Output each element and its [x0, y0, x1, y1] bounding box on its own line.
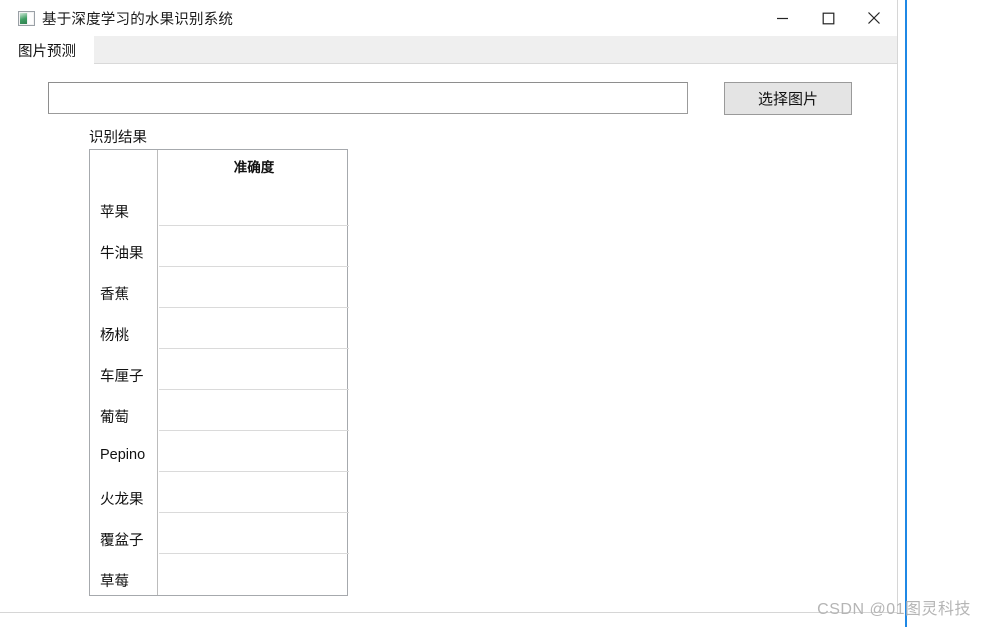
- accuracy-cell[interactable]: [159, 349, 349, 390]
- row-label: 杨桃: [100, 328, 129, 344]
- client-area: 选择图片 识别结果 苹果牛油果香蕉杨桃车厘子葡萄 Pepino 火龙果覆盆子草莓 准…: [0, 64, 897, 612]
- close-button[interactable]: [851, 0, 897, 36]
- vertical-guide-line: [905, 0, 907, 627]
- minimize-icon: [776, 17, 788, 19]
- image-path-input[interactable]: [48, 82, 688, 114]
- tab-image-prediction[interactable]: 图片预测: [0, 36, 94, 64]
- row-label: 覆盆子: [100, 533, 144, 549]
- maximize-button[interactable]: [805, 0, 851, 36]
- row-label: 葡萄: [100, 410, 129, 426]
- tab-label: 图片预测: [18, 43, 76, 60]
- row-label: 火龙果: [100, 492, 144, 508]
- accuracy-cell[interactable]: [159, 431, 349, 472]
- title-bar: 基于深度学习的水果识别系统: [0, 0, 897, 36]
- minimize-button[interactable]: [759, 0, 805, 36]
- accuracy-cell[interactable]: [159, 267, 349, 308]
- tab-strip: 图片预测: [0, 36, 897, 64]
- accuracy-cell[interactable]: [159, 150, 349, 226]
- window-title: 基于深度学习的水果识别系统: [42, 12, 234, 28]
- close-icon: [868, 12, 880, 24]
- accuracy-cell[interactable]: [159, 554, 349, 595]
- watermark: CSDN @01图灵科技: [817, 601, 971, 618]
- choose-image-button[interactable]: 选择图片: [724, 82, 852, 115]
- result-table-accuracy-column: 准确度: [159, 150, 349, 595]
- row-label: 牛油果: [100, 246, 144, 262]
- result-table-label-column: 苹果牛油果香蕉杨桃车厘子葡萄 Pepino 火龙果覆盆子草莓: [90, 150, 158, 595]
- row-label: 香蕉: [100, 287, 129, 303]
- result-section-label: 识别结果: [89, 130, 147, 146]
- row-label: 苹果: [100, 205, 129, 221]
- accuracy-cell[interactable]: [159, 472, 349, 513]
- accuracy-cell[interactable]: [159, 226, 349, 267]
- application-window: 基于深度学习的水果识别系统 图片预测 选择图片 识别结果 苹果 牛油果 香蕉 杨…: [0, 0, 898, 613]
- accuracy-cell[interactable]: [159, 308, 349, 349]
- window-controls: [759, 0, 897, 36]
- row-label: Pepino: [100, 447, 146, 463]
- result-table: 苹果牛油果香蕉杨桃车厘子葡萄 Pepino 火龙果覆盆子草莓 准确度: [89, 149, 349, 596]
- picture-icon: [18, 11, 35, 26]
- accuracy-cell[interactable]: [159, 513, 349, 554]
- screen: 基于深度学习的水果识别系统 图片预测 选择图片 识别结果 苹果 牛油果 香蕉 杨…: [0, 0, 985, 627]
- row-label: 车厘子: [100, 369, 144, 385]
- accuracy-cell[interactable]: [159, 390, 349, 431]
- row-label: 草莓: [100, 574, 129, 590]
- choose-image-button-label: 选择图片: [757, 91, 818, 108]
- maximize-icon: [822, 12, 834, 24]
